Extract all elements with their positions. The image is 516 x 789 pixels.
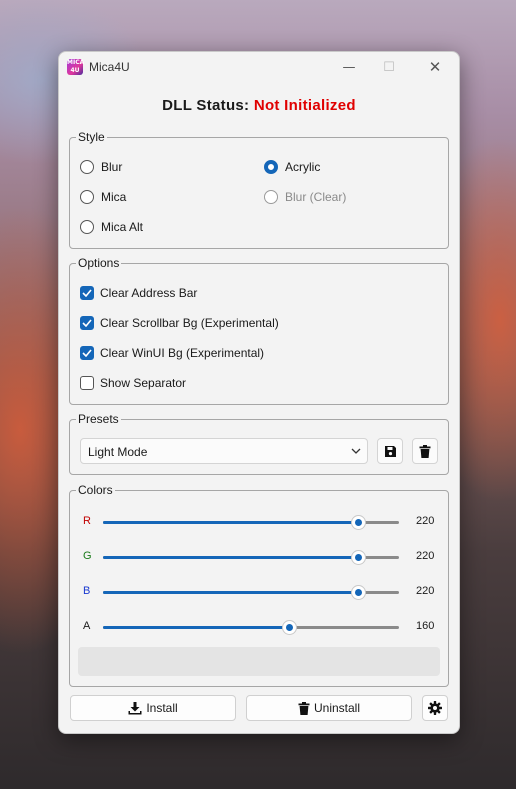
trash-icon — [419, 444, 431, 458]
color-row-b: B 220 — [70, 582, 448, 602]
slider-a[interactable] — [103, 621, 399, 634]
radio-circle — [80, 220, 94, 234]
checkbox-label: Clear WinUI Bg (Experimental) — [100, 346, 265, 360]
channel-value: 220 — [416, 550, 435, 562]
chevron-down-icon — [351, 448, 361, 454]
radio-label: Blur — [101, 160, 123, 174]
radio-label: Mica — [101, 190, 127, 204]
gear-icon — [428, 701, 442, 715]
channel-label: B — [83, 585, 91, 597]
color-preview — [78, 647, 440, 676]
color-row-g: G 220 — [70, 547, 448, 567]
checkbox-label: Clear Address Bar — [100, 286, 198, 300]
radio-mica-alt[interactable]: Mica Alt — [80, 220, 143, 234]
options-group: Options Clear Address Bar Clear Scrollba… — [69, 256, 449, 405]
maximize-button[interactable]: ☐ — [367, 52, 411, 82]
checkbox-clear-scrollbar-bg[interactable]: Clear Scrollbar Bg (Experimental) — [80, 316, 279, 330]
presets-group: Presets Light Mode — [69, 412, 449, 475]
radio-label: Acrylic — [285, 160, 321, 174]
dll-status-value: Not Initialized — [253, 97, 356, 114]
window-title: Mica4U — [89, 60, 130, 74]
channel-label: A — [83, 620, 91, 632]
colors-group: Colors R 220 G 220 B 220 A 160 — [69, 483, 449, 687]
save-preset-button[interactable] — [377, 438, 403, 464]
download-icon — [128, 701, 142, 714]
slider-g[interactable] — [103, 551, 399, 564]
close-button[interactable]: ✕ — [413, 52, 457, 82]
preset-select-value: Light Mode — [88, 445, 148, 459]
slider-thumb[interactable] — [352, 586, 366, 599]
checkbox-clear-winui-bg[interactable]: Clear WinUI Bg (Experimental) — [80, 346, 264, 360]
settings-button[interactable] — [422, 695, 448, 721]
style-legend: Style — [76, 130, 107, 144]
slider-fill — [103, 521, 359, 524]
delete-preset-button[interactable] — [412, 438, 438, 464]
minimize-button[interactable]: — — [327, 52, 371, 82]
trash-icon — [298, 701, 310, 715]
radio-circle-disabled — [264, 190, 278, 204]
radio-circle-selected — [264, 160, 278, 174]
main-window: MICA 4U Mica4U — ☐ ✕ DLL Status: Not Init… — [58, 51, 460, 734]
slider-fill — [103, 626, 289, 629]
radio-blur-clear: Blur (Clear) — [264, 190, 346, 204]
radio-circle — [80, 160, 94, 174]
presets-legend: Presets — [76, 412, 121, 426]
color-row-a: A 160 — [70, 617, 448, 637]
slider-r[interactable] — [103, 516, 399, 529]
channel-value: 220 — [416, 585, 435, 597]
colors-legend: Colors — [76, 483, 115, 497]
radio-circle — [80, 190, 94, 204]
style-group: Style Blur Acrylic Mica Blur (Clear) Mic… — [69, 130, 449, 249]
install-label: Install — [146, 701, 178, 715]
title-bar[interactable]: MICA 4U Mica4U — ☐ ✕ — [59, 52, 459, 82]
app-icon: MICA 4U — [67, 59, 85, 75]
radio-label: Mica Alt — [101, 220, 144, 234]
checkbox-clear-address-bar[interactable]: Clear Address Bar — [80, 286, 197, 300]
checkbox-label: Show Separator — [100, 376, 187, 390]
slider-thumb[interactable] — [352, 516, 366, 529]
dll-status-label: DLL Status: — [162, 97, 250, 114]
save-icon — [384, 445, 396, 457]
radio-label: Blur (Clear) — [285, 190, 347, 204]
radio-mica[interactable]: Mica — [80, 190, 126, 204]
color-row-r: R 220 — [70, 512, 448, 532]
radio-acrylic[interactable]: Acrylic — [264, 160, 320, 174]
channel-label: G — [83, 550, 92, 562]
slider-fill — [103, 591, 359, 594]
uninstall-label: Uninstall — [313, 701, 361, 715]
checkbox-box — [80, 376, 94, 390]
checkbox-box-checked — [80, 346, 94, 360]
slider-thumb[interactable] — [352, 551, 366, 564]
radio-blur[interactable]: Blur — [80, 160, 122, 174]
checkbox-box-checked — [80, 316, 94, 330]
channel-value: 220 — [416, 515, 435, 527]
options-legend: Options — [76, 256, 122, 270]
uninstall-button[interactable]: Uninstall — [246, 695, 412, 721]
channel-label: R — [83, 515, 91, 527]
checkbox-show-separator[interactable]: Show Separator — [80, 376, 186, 390]
channel-value: 160 — [416, 620, 435, 632]
slider-fill — [103, 556, 359, 559]
dll-status: DLL Status: Not Initialized — [59, 97, 459, 114]
slider-thumb[interactable] — [282, 621, 296, 634]
preset-select[interactable]: Light Mode — [80, 438, 368, 464]
checkbox-box-checked — [80, 286, 94, 300]
checkbox-label: Clear Scrollbar Bg (Experimental) — [100, 316, 279, 330]
slider-b[interactable] — [103, 586, 399, 599]
install-button[interactable]: Install — [70, 695, 236, 721]
